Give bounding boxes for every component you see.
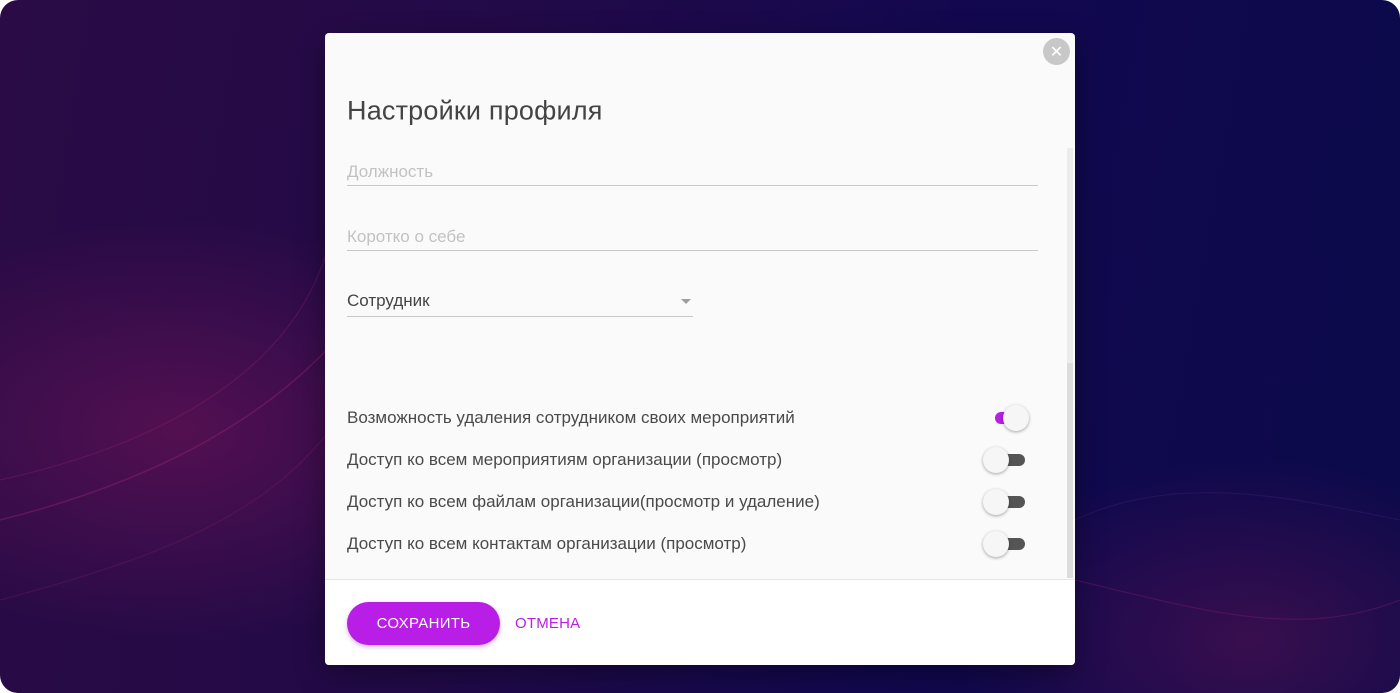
- toggle-thumb: [983, 531, 1009, 557]
- toggle-thumb: [983, 489, 1009, 515]
- permission-toggle-delete-own-events[interactable]: [993, 404, 1029, 432]
- permission-row-all-files: Доступ ко всем файлам организации(просмо…: [347, 487, 1037, 517]
- dialog-title: Настройки профиля: [347, 95, 603, 126]
- dialog-footer: СОХРАНИТЬ ОТМЕНА: [325, 579, 1075, 665]
- permission-toggle-all-contacts[interactable]: [983, 530, 1027, 558]
- toggle-thumb: [1003, 405, 1029, 431]
- scrollbar-thumb[interactable]: [1067, 363, 1073, 578]
- role-select-value: Сотрудник: [347, 291, 430, 310]
- cancel-button[interactable]: ОТМЕНА: [515, 602, 580, 645]
- about-input[interactable]: [347, 224, 1038, 250]
- permission-row-all-contacts: Доступ ко всем контактам организации (пр…: [347, 529, 1037, 559]
- close-icon[interactable]: ✕: [1043, 38, 1070, 65]
- permission-label: Доступ ко всем контактам организации (пр…: [347, 534, 747, 553]
- save-button[interactable]: СОХРАНИТЬ: [347, 602, 500, 645]
- position-field: [347, 159, 1038, 186]
- permission-label: Доступ ко всем файлам организации(просмо…: [347, 492, 820, 511]
- permission-label: Доступ ко всем мероприятиям организации …: [347, 450, 783, 469]
- dropdown-arrow-icon: [681, 299, 691, 304]
- about-field: [347, 224, 1038, 251]
- toggle-thumb: [983, 447, 1009, 473]
- dialog-scrollbar[interactable]: [1067, 148, 1073, 578]
- profile-settings-dialog: Настройки профиля Сотрудник Возможность …: [325, 33, 1075, 665]
- permission-toggle-view-all-events[interactable]: [983, 446, 1027, 474]
- permission-row-delete-own-events: Возможность удаления сотрудником своих м…: [347, 403, 1037, 433]
- permission-toggle-all-files[interactable]: [983, 488, 1027, 516]
- position-input[interactable]: [347, 159, 1038, 185]
- permission-row-view-all-events: Доступ ко всем мероприятиям организации …: [347, 445, 1037, 475]
- role-select[interactable]: Сотрудник: [347, 289, 693, 317]
- permission-label: Возможность удаления сотрудником своих м…: [347, 408, 795, 427]
